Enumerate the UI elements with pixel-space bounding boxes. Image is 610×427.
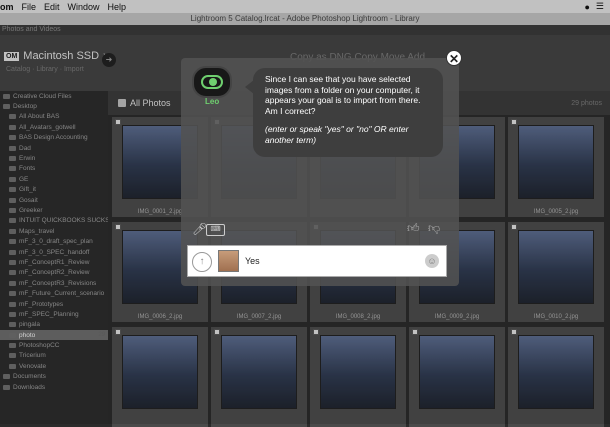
assistant-name: Leo bbox=[205, 97, 220, 106]
upload-icon[interactable]: ↑ bbox=[192, 252, 212, 272]
answer-input-row[interactable]: ↑ Yes ☺ bbox=[187, 245, 447, 277]
robot-pupil-icon bbox=[209, 78, 217, 86]
bubble-tail bbox=[245, 80, 254, 94]
user-avatar bbox=[218, 250, 239, 272]
microphone-icon[interactable]: 🎤︎ bbox=[192, 222, 207, 236]
assistant-avatar bbox=[192, 66, 232, 98]
smiley-icon[interactable]: ☺ bbox=[425, 254, 439, 268]
close-button[interactable]: ✕ bbox=[446, 50, 462, 66]
assistant-hint: (enter or speak "yes" or "no" OR enter a… bbox=[265, 124, 409, 145]
keyboard-icon[interactable]: ⌨ bbox=[206, 224, 225, 236]
assistant-message: Since I can see that you have selected i… bbox=[265, 74, 421, 116]
answer-text[interactable]: Yes bbox=[245, 256, 260, 266]
assistant-speech-bubble: Since I can see that you have selected i… bbox=[245, 68, 443, 157]
thumbs-down-icon[interactable]: 👎︎ bbox=[428, 221, 440, 236]
thumbs-up-icon[interactable]: 👍︎ bbox=[407, 221, 420, 236]
